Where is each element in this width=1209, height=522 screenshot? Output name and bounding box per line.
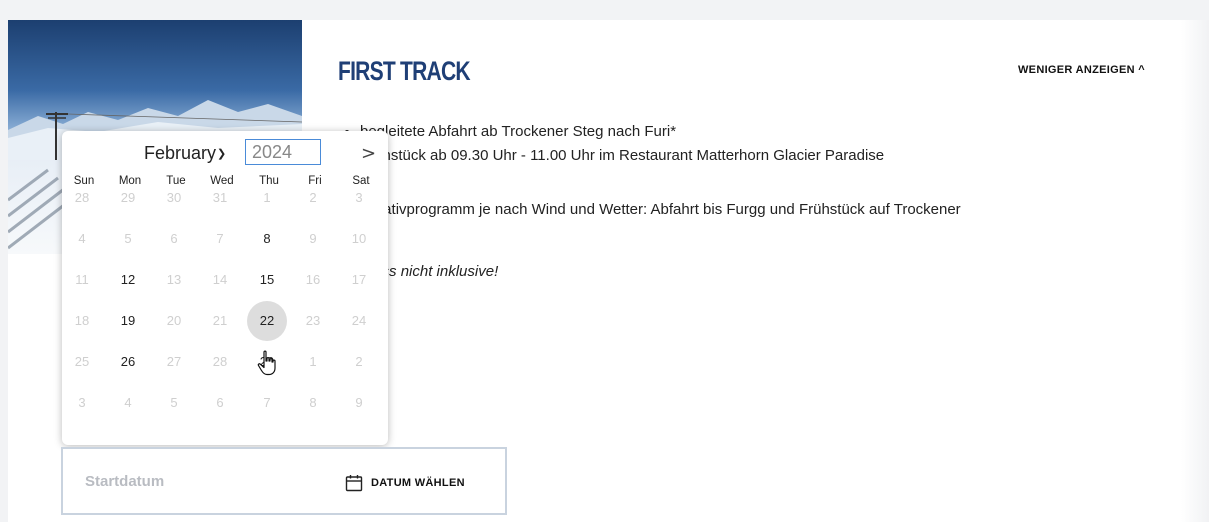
start-date-field[interactable]: Startdatum DATUM WÄHLEN bbox=[61, 447, 507, 515]
month-label: February bbox=[144, 143, 217, 163]
calendar-day: 29 bbox=[120, 190, 136, 205]
calendar-day: 28 bbox=[212, 354, 228, 369]
calendar-day: 3 bbox=[78, 395, 86, 410]
offer-bullets: begleitete Abfahrt ab Trockener Steg nac… bbox=[344, 120, 1184, 168]
start-date-placeholder: Startdatum bbox=[85, 473, 165, 490]
alternative-program-text: Alternativprogramm je nach Wind und Wett… bbox=[344, 201, 961, 218]
calendar-day: 21 bbox=[212, 313, 228, 328]
bullet-item: begleitete Abfahrt ab Trockener Steg nac… bbox=[360, 120, 1184, 144]
calendar-day[interactable]: 15 bbox=[247, 260, 287, 300]
calendar-day: 7 bbox=[263, 395, 271, 410]
calendar-day: 6 bbox=[216, 395, 224, 410]
calendar-day: 3 bbox=[355, 190, 363, 205]
card-edge-shadow bbox=[1181, 20, 1209, 522]
calendar-day: 1 bbox=[309, 354, 317, 369]
calendar-day[interactable]: 22 bbox=[247, 301, 287, 341]
calendar-day: 9 bbox=[355, 395, 363, 410]
calendar-day: 16 bbox=[305, 272, 321, 287]
calendar-day: 2 bbox=[355, 354, 363, 369]
bullet-item: Frühstück ab 09.30 Uhr - 11.00 Uhr im Re… bbox=[360, 144, 1184, 168]
calendar-day: 24 bbox=[351, 313, 367, 328]
calendar-day: 5 bbox=[170, 395, 178, 410]
skipass-note: Skipass nicht inklusive! bbox=[344, 263, 499, 280]
calendar-icon bbox=[345, 475, 363, 492]
calendar-day: 6 bbox=[170, 231, 178, 246]
calendar-day[interactable]: 8 bbox=[247, 219, 287, 259]
offer-description: begleitete Abfahrt ab Trockener Steg nac… bbox=[344, 120, 1184, 284]
calendar-day: 18 bbox=[74, 313, 90, 328]
choose-date-label: DATUM WÄHLEN bbox=[371, 477, 465, 489]
month-select[interactable]: February❯ bbox=[144, 143, 226, 164]
choose-date-button[interactable]: DATUM WÄHLEN bbox=[345, 469, 465, 497]
calendar-day: 30 bbox=[166, 190, 182, 205]
calendar-day[interactable]: 19 bbox=[108, 301, 148, 341]
calendar-day: 17 bbox=[351, 272, 367, 287]
calendar-day: 27 bbox=[166, 354, 182, 369]
calendar-day: 14 bbox=[212, 272, 228, 287]
calendar-day: 4 bbox=[124, 395, 132, 410]
calendar-day: 2 bbox=[309, 190, 317, 205]
calendar-day: 1 bbox=[263, 190, 271, 205]
calendar-day: 20 bbox=[166, 313, 182, 328]
calendar-day: 5 bbox=[124, 231, 132, 246]
calendar-day: 25 bbox=[74, 354, 90, 369]
next-month-button[interactable]: > bbox=[361, 143, 376, 164]
calendar-day: 10 bbox=[351, 231, 367, 246]
show-less-toggle[interactable]: WENIGER ANZEIGEN ^ bbox=[1018, 64, 1145, 76]
offer-title: FIRST TRACK bbox=[338, 56, 471, 86]
calendar-day[interactable]: 26 bbox=[108, 342, 148, 382]
datepicker-header: February❯ 2024 > bbox=[62, 139, 388, 167]
calendar-day: 31 bbox=[212, 190, 228, 205]
calendar-day: 28 bbox=[74, 190, 90, 205]
calendar-day: 23 bbox=[305, 313, 321, 328]
calendar-day[interactable]: 12 bbox=[108, 260, 148, 300]
hand-cursor-icon bbox=[257, 350, 276, 376]
calendar-day: 13 bbox=[166, 272, 182, 287]
calendar-day: 9 bbox=[309, 231, 317, 246]
calendar-day: 8 bbox=[309, 395, 317, 410]
year-input[interactable]: 2024 bbox=[245, 139, 321, 165]
chevron-down-icon: ❯ bbox=[217, 148, 227, 160]
calendar-day: 11 bbox=[75, 272, 89, 287]
datepicker-popup: February❯ 2024 > Sun Mon Tue Wed Thu Fri… bbox=[62, 131, 388, 445]
calendar-day: 7 bbox=[216, 231, 224, 246]
calendar-day: 4 bbox=[78, 231, 86, 246]
